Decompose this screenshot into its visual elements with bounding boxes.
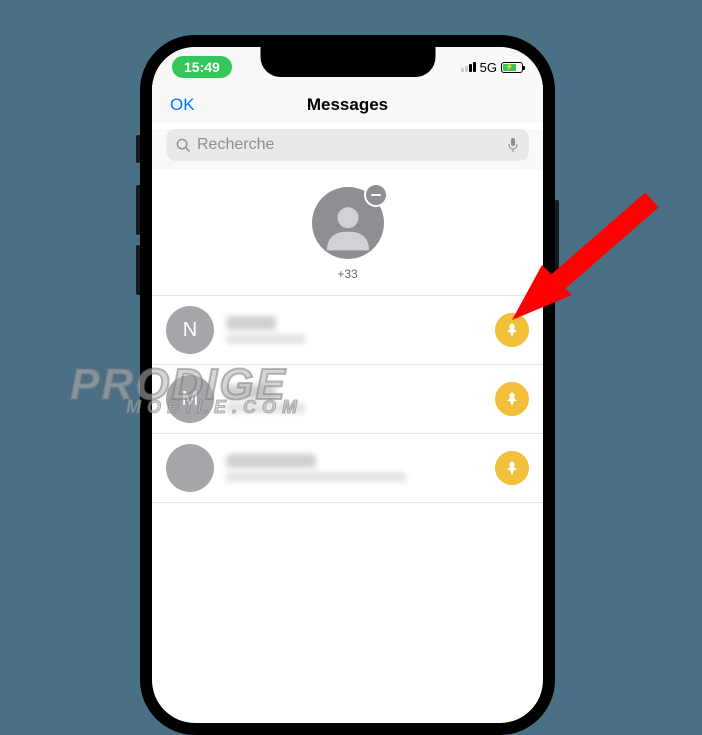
volume-down-button: [136, 245, 140, 295]
notch: [260, 47, 435, 77]
pinned-contact[interactable]: +33: [152, 169, 543, 296]
ok-button[interactable]: OK: [170, 95, 195, 115]
power-button: [555, 200, 559, 275]
avatar-initial: [166, 444, 214, 492]
search-input[interactable]: Recherche: [166, 129, 529, 161]
battery-icon: ⚡: [501, 62, 523, 73]
conversation-preview: [226, 385, 483, 413]
avatar-initial: M: [166, 375, 214, 423]
page-title: Messages: [170, 95, 525, 115]
pin-icon: [504, 460, 520, 476]
contact-name: +33: [337, 267, 357, 281]
avatar: [312, 187, 384, 259]
volume-up-button: [136, 185, 140, 235]
conversation-row[interactable]: M: [152, 365, 543, 434]
signal-icon: [461, 62, 476, 72]
pin-button[interactable]: [495, 451, 529, 485]
screen: 15:49 5G ⚡ OK Messages Recherche: [152, 47, 543, 723]
mic-icon[interactable]: [507, 137, 519, 153]
conversation-preview: [226, 316, 483, 344]
pin-icon: [504, 322, 520, 338]
phone-frame: 15:49 5G ⚡ OK Messages Recherche: [140, 35, 555, 735]
remove-pin-button[interactable]: [364, 183, 388, 207]
conversation-list: N M: [152, 296, 543, 503]
conversation-row[interactable]: N: [152, 296, 543, 365]
pin-button[interactable]: [495, 382, 529, 416]
pin-button[interactable]: [495, 313, 529, 347]
search-icon: [176, 138, 191, 153]
avatar-initial: N: [166, 306, 214, 354]
status-indicators: 5G ⚡: [461, 60, 523, 75]
mute-switch: [136, 135, 140, 163]
conversation-preview: [226, 454, 483, 482]
minus-icon: [371, 194, 381, 196]
network-label: 5G: [480, 60, 497, 75]
nav-header: OK Messages: [152, 87, 543, 123]
pin-icon: [504, 391, 520, 407]
search-placeholder: Recherche: [197, 136, 501, 154]
conversation-row[interactable]: [152, 434, 543, 503]
time-pill[interactable]: 15:49: [172, 56, 232, 78]
